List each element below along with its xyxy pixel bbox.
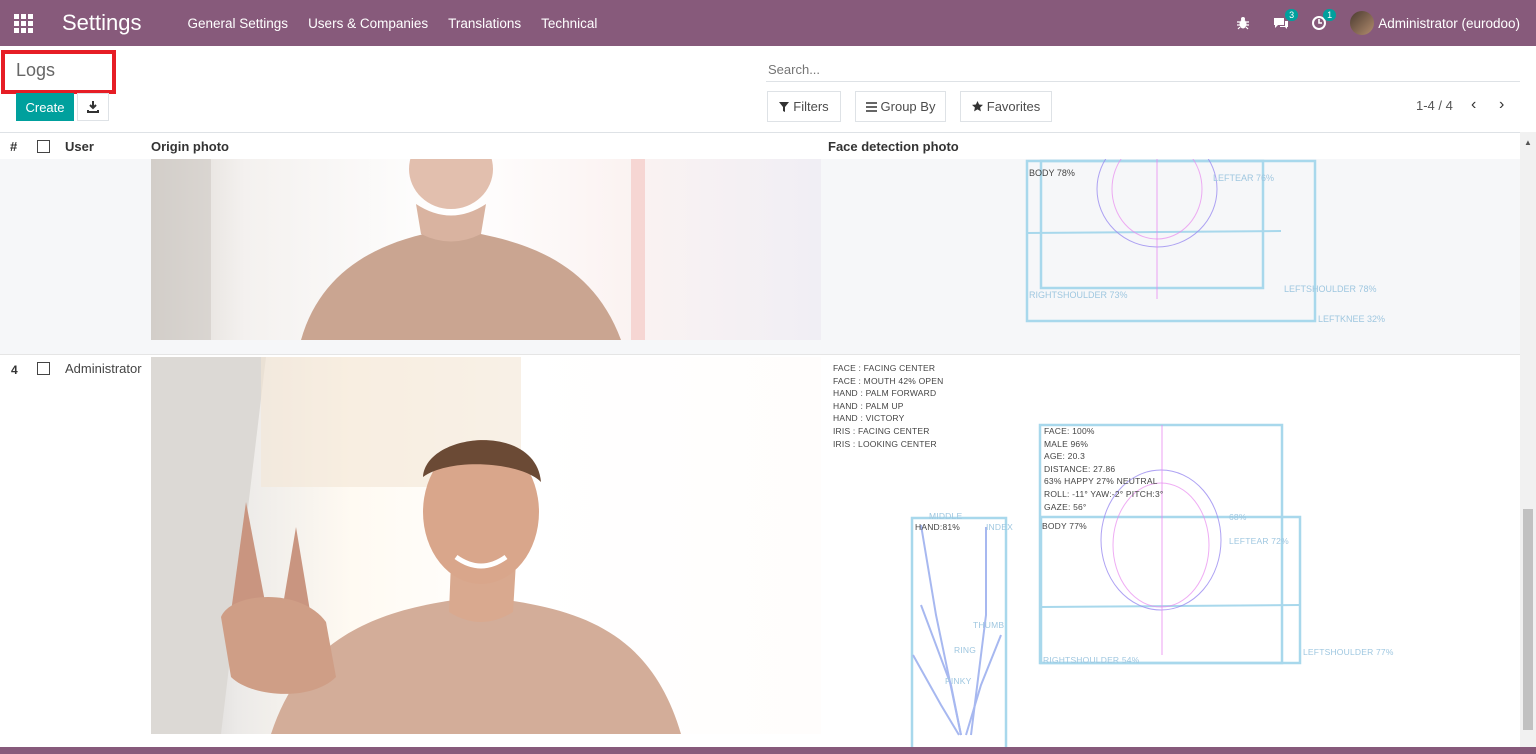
scrollbar-thumb[interactable] xyxy=(1523,509,1533,730)
face-stats: FACE: 100% MALE 96% AGE: 20.3 DISTANCE: … xyxy=(1044,425,1164,513)
table-row[interactable]: BODY 78% LEFTEAR 76% RIGHTSHOULDER 73% L… xyxy=(0,159,1520,355)
row-checkbox[interactable] xyxy=(37,362,50,378)
export-button[interactable] xyxy=(77,93,109,121)
column-header-user[interactable]: User xyxy=(65,139,94,154)
detect-label: LEFTSHOULDER 77% xyxy=(1303,647,1394,657)
navbar-systray: 3 1 Administrator (eurodoo) xyxy=(1214,0,1520,46)
column-header-number: # xyxy=(10,139,18,154)
menu-general-settings[interactable]: General Settings xyxy=(188,16,289,31)
breadcrumb: Logs xyxy=(16,60,56,80)
menu-users-companies[interactable]: Users & Companies xyxy=(308,16,428,31)
origin-photo xyxy=(151,159,821,340)
hand-label: HAND:81% xyxy=(915,522,961,532)
list-header: # User Origin photo Face detection photo xyxy=(0,132,1520,159)
detect-label: LEFTSHOULDER 78% xyxy=(1284,284,1377,294)
finger-label: PINKY xyxy=(945,676,972,686)
filters-button[interactable]: Filters xyxy=(767,91,841,122)
pager-previous-icon[interactable]: ‹ xyxy=(1471,97,1476,113)
messages-count-badge: 3 xyxy=(1285,9,1299,21)
face-stat-line: ROLL: -11° YAW:-2° PITCH:3° xyxy=(1044,488,1164,499)
debug-bug-icon[interactable] xyxy=(1234,14,1252,32)
bottom-bar xyxy=(0,747,1536,754)
finger-label: INDEX xyxy=(986,522,1013,532)
detect-label: RIGHTSHOULDER 73% xyxy=(1029,290,1128,300)
detect-label: 68% xyxy=(1229,512,1247,522)
filter-icon xyxy=(779,101,790,112)
activities-clock-icon[interactable]: 1 xyxy=(1310,9,1337,32)
detect-label: RIGHTSHOULDER 54% xyxy=(1043,655,1140,665)
search-input[interactable] xyxy=(766,58,1520,82)
filters-label: Filters xyxy=(793,99,829,114)
table-row[interactable]: 4 Administrator FACE : FACING CENTER FAC… xyxy=(0,355,1520,747)
user-menu[interactable]: Administrator (eurodoo) xyxy=(1378,16,1520,31)
scroll-up-arrow-icon[interactable]: ▲ xyxy=(1524,138,1532,147)
origin-photo xyxy=(151,357,821,734)
finger-label: MIDDLE xyxy=(929,511,963,521)
star-icon xyxy=(971,101,983,112)
face-stat-line: GAZE: 56° xyxy=(1044,501,1087,512)
detect-label: BODY 78% xyxy=(1029,168,1075,178)
messages-icon[interactable]: 3 xyxy=(1272,9,1299,32)
menu-translations[interactable]: Translations xyxy=(448,16,521,31)
column-header-origin-photo[interactable]: Origin photo xyxy=(151,139,229,154)
pager-value[interactable]: 1-4 / 4 xyxy=(1416,98,1453,113)
face-stat-line: FACE: 100% xyxy=(1044,426,1095,436)
create-button[interactable]: Create xyxy=(16,93,74,121)
menu-technical[interactable]: Technical xyxy=(541,16,597,31)
face-detection-photo: FACE : FACING CENTER FACE : MOUTH 42% OP… xyxy=(821,355,1520,747)
finger-label: RING xyxy=(954,645,977,655)
download-icon xyxy=(87,101,99,113)
top-navbar: Settings General Settings Users & Compan… xyxy=(0,0,1536,46)
face-stat-line: AGE: 20.3 xyxy=(1044,451,1086,462)
face-stat-line: MALE 96% xyxy=(1044,438,1089,449)
favorites-label: Favorites xyxy=(986,99,1041,114)
body-label: BODY 77% xyxy=(1042,521,1087,531)
activities-count-badge: 1 xyxy=(1323,9,1337,21)
main-menu: General Settings Users & Companies Trans… xyxy=(188,16,618,31)
face-stat-line: 63% HAPPY 27% NEUTRAL xyxy=(1044,476,1158,487)
detect-label: LEFTEAR 72% xyxy=(1229,536,1289,546)
face-stat-line: DISTANCE: 27.86 xyxy=(1044,463,1116,474)
app-title: Settings xyxy=(62,10,142,35)
face-detection-photo: BODY 78% LEFTEAR 76% RIGHTSHOULDER 73% L… xyxy=(821,159,1520,354)
group-by-button[interactable]: Group By xyxy=(855,91,946,122)
detect-label: LEFTKNEE 32% xyxy=(1318,314,1385,324)
user-avatar[interactable] xyxy=(1350,11,1375,35)
column-header-face-detection-photo[interactable]: Face detection photo xyxy=(828,139,959,154)
select-all-checkbox[interactable] xyxy=(37,140,50,156)
row-number: 4 xyxy=(11,363,18,377)
detect-label: LEFTEAR 76% xyxy=(1213,173,1274,183)
finger-label: THUMB xyxy=(973,620,1005,630)
bars-icon xyxy=(865,101,877,112)
row-user: Administrator xyxy=(65,361,142,376)
apps-menu-icon[interactable] xyxy=(0,0,46,46)
pager-next-icon[interactable]: › xyxy=(1499,97,1504,113)
favorites-button[interactable]: Favorites xyxy=(960,91,1052,122)
group-by-label: Group By xyxy=(880,99,936,114)
